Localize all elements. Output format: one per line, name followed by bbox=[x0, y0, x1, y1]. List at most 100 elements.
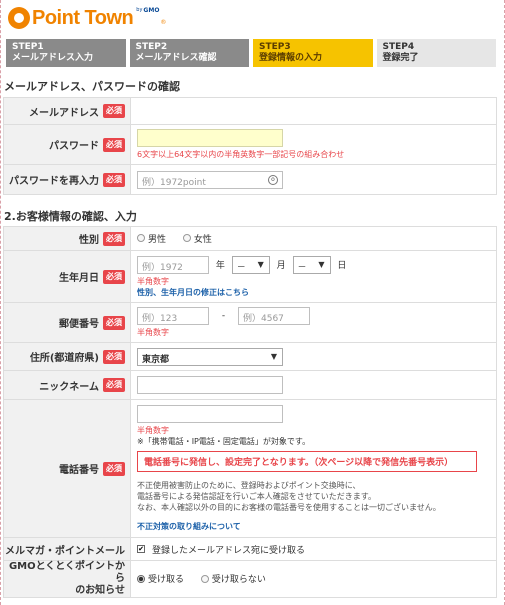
required-badge: 必須 bbox=[103, 461, 125, 476]
postal-second-placeholder: 例）4567 bbox=[243, 314, 284, 324]
required-badge: 必須 bbox=[103, 104, 125, 118]
gmo-notice-receive-label: 受け取る bbox=[148, 575, 185, 586]
gmo-notice-receive-radio[interactable]: 受け取る bbox=[137, 572, 184, 585]
password-confirm-input[interactable]: 例）1972point o bbox=[137, 170, 283, 189]
gender-female-radio[interactable]: 女性 bbox=[182, 232, 212, 245]
postal-label: 郵便番号 bbox=[59, 319, 99, 330]
prefecture-select[interactable]: 東京都 ▼ bbox=[137, 347, 283, 366]
section-title-customer: 2.お客様情報の確認、入力 bbox=[4, 210, 137, 223]
required-badge: 必須 bbox=[103, 231, 125, 246]
gmo-notice-label-line1: GMOとくとくポイントから bbox=[8, 561, 125, 584]
nickname-input[interactable] bbox=[137, 376, 283, 394]
birthday-edit-link[interactable]: 性別、生年月日の修正はこちら bbox=[137, 287, 490, 298]
password-input[interactable] bbox=[137, 129, 283, 147]
phone-desc-line3: なお、本人確認以外の目的にお客様の電話番号を使用することは一切ございません。 bbox=[137, 503, 441, 512]
birth-year-input[interactable]: 例）1972 bbox=[137, 255, 209, 274]
year-unit: 年 bbox=[215, 261, 225, 271]
row-address: 住所(都道府県) 必須 東京都 ▼ bbox=[3, 342, 497, 371]
gender-value-cell: 男性 女性 bbox=[130, 226, 497, 251]
phone-input[interactable] bbox=[137, 405, 283, 423]
step-2-number: STEP2 bbox=[135, 42, 168, 52]
step-4: STEP4 登録完了 bbox=[376, 39, 496, 67]
gender-male-radio[interactable]: 男性 bbox=[137, 232, 166, 245]
phone-label: 電話番号 bbox=[59, 465, 99, 476]
birth-day-value: － bbox=[297, 262, 307, 273]
gender-label: 性別 bbox=[79, 235, 99, 246]
mailmag-check-label: 登録したメールアドレス宛に受け取る bbox=[152, 545, 306, 556]
eye-icon[interactable]: o bbox=[268, 174, 278, 185]
postal-first-input[interactable]: 例）123 bbox=[137, 307, 209, 325]
address-label: 住所(都道府県) bbox=[29, 353, 99, 364]
day-unit: 日 bbox=[337, 261, 347, 271]
gender-male-label: 男性 bbox=[148, 234, 167, 245]
password-hint: 6文字以上64文字以内の半角英数字一部記号の組み合わせ bbox=[137, 150, 345, 159]
radio-selected-icon[interactable] bbox=[137, 574, 145, 583]
radio-icon[interactable] bbox=[182, 234, 191, 243]
phone-desc-line1: 不正使用被害防止のために、登録時およびポイント交換時に、 bbox=[137, 481, 361, 490]
birthday-label-cell: 生年月日 必須 bbox=[3, 250, 131, 303]
gender-label-cell: 性別 必須 bbox=[3, 226, 131, 251]
gmo-notice-decline-radio[interactable]: 受け取らない bbox=[200, 572, 266, 586]
radio-icon[interactable] bbox=[137, 234, 145, 243]
mailmag-checkbox[interactable]: ✔ 登録したメールアドレス宛に受け取る bbox=[137, 543, 305, 556]
nickname-label-cell: ニックネーム 必須 bbox=[3, 370, 131, 400]
logo-text: Point Town bbox=[32, 6, 134, 29]
month-unit: 月 bbox=[276, 261, 286, 271]
gmo-notice-label-cell: GMOとくとくポイントから のお知らせ bbox=[3, 560, 131, 598]
email-value-cell bbox=[130, 97, 497, 125]
email-label: メールアドレス bbox=[29, 107, 99, 119]
step-2: STEP2 メールアドレス確認 bbox=[129, 39, 249, 67]
step-2-label: メールアドレス確認 bbox=[135, 53, 217, 63]
birth-month-select[interactable]: － ▼ bbox=[231, 255, 270, 274]
phone-value-cell: 半角数字 ※「携帯電話・IP電話・固定電話」が対象です。 電話番号に発信し、設定… bbox=[130, 399, 497, 538]
postal-note: 半角数字 bbox=[137, 328, 169, 337]
step-1: STEP1 メールアドレス入力 bbox=[6, 39, 126, 67]
account-form-table: メールアドレス 必須 パスワード 必須 6文字以上64文字以内の半角英数字一部記… bbox=[3, 97, 497, 195]
step-1-label: メールアドレス入力 bbox=[12, 53, 94, 63]
row-gmo-notice: GMOとくとくポイントから のお知らせ 受け取る 受け取らない bbox=[3, 560, 497, 598]
postal-value-cell: 例）123 - 例）4567 半角数字 bbox=[130, 302, 497, 343]
point-town-logo[interactable]: Point Town by GMO ® bbox=[8, 4, 166, 32]
logo-by: by bbox=[136, 7, 143, 13]
gender-female-label: 女性 bbox=[193, 234, 212, 245]
nickname-value-cell bbox=[130, 370, 497, 400]
required-badge: 必須 bbox=[103, 315, 125, 330]
password-value-cell: 6文字以上64文字以内の半角英数字一部記号の組み合わせ bbox=[130, 124, 497, 165]
birth-year-placeholder: 例）1972 bbox=[142, 262, 183, 273]
password-confirm-label-cell: パスワードを再入力 必須 bbox=[3, 164, 131, 195]
row-mailmag: メルマガ・ポイントメール ✔ 登録したメールアドレス宛に受け取る bbox=[3, 537, 497, 561]
chevron-down-icon: ▼ bbox=[318, 259, 325, 269]
logo-gmo: GMO bbox=[143, 6, 160, 14]
chevron-down-icon: ▼ bbox=[257, 259, 264, 269]
step-4-number: STEP4 bbox=[382, 42, 415, 52]
required-badge: 必須 bbox=[103, 349, 125, 364]
row-email: メールアドレス 必須 bbox=[3, 97, 497, 125]
prefecture-value: 東京都 bbox=[142, 354, 170, 365]
checkbox-checked-icon[interactable]: ✔ bbox=[137, 545, 145, 553]
row-birthday: 生年月日 必須 例）1972 年 － ▼ 月 － ▼ 日 半角数字 性別、生年月… bbox=[3, 250, 497, 303]
password-confirm-placeholder: 例）1972point bbox=[142, 177, 206, 188]
phone-note: 半角数字 bbox=[137, 426, 169, 435]
step-1-number: STEP1 bbox=[12, 42, 44, 52]
address-label-cell: 住所(都道府県) 必須 bbox=[3, 342, 131, 371]
address-value-cell: 東京都 ▼ bbox=[130, 342, 497, 371]
mailmag-label-cell: メルマガ・ポイントメール bbox=[3, 537, 131, 561]
row-gender: 性別 必須 男性 女性 bbox=[3, 226, 497, 251]
birth-month-value: － bbox=[236, 262, 246, 273]
postal-label-cell: 郵便番号 必須 bbox=[3, 302, 131, 343]
chevron-down-icon: ▼ bbox=[270, 351, 277, 361]
birth-day-select[interactable]: － ▼ bbox=[292, 255, 331, 274]
step-3-current: STEP3 登録情報の入力 bbox=[253, 39, 373, 67]
gmo-notice-value-cell: 受け取る 受け取らない bbox=[130, 560, 497, 598]
required-badge: 必須 bbox=[103, 172, 125, 187]
radio-icon[interactable] bbox=[200, 574, 209, 583]
phone-desc-line2: 電話番号による発信認証を行いご本人確認をさせていただきます。 bbox=[137, 492, 376, 501]
postal-second-input[interactable]: 例）4567 bbox=[238, 307, 310, 325]
postal-dash: - bbox=[221, 311, 226, 321]
gmo-notice-decline-label: 受け取らない bbox=[211, 575, 266, 586]
required-badge: 必須 bbox=[103, 269, 125, 284]
nickname-label: ニックネーム bbox=[39, 381, 99, 393]
row-phone: 電話番号 必須 半角数字 ※「携帯電話・IP電話・固定電話」が対象です。 電話番… bbox=[3, 399, 497, 538]
row-password-confirm: パスワードを再入力 必須 例）1972point o bbox=[3, 164, 497, 195]
fraud-measures-link[interactable]: 不正対策の取り組みについて bbox=[137, 521, 490, 532]
